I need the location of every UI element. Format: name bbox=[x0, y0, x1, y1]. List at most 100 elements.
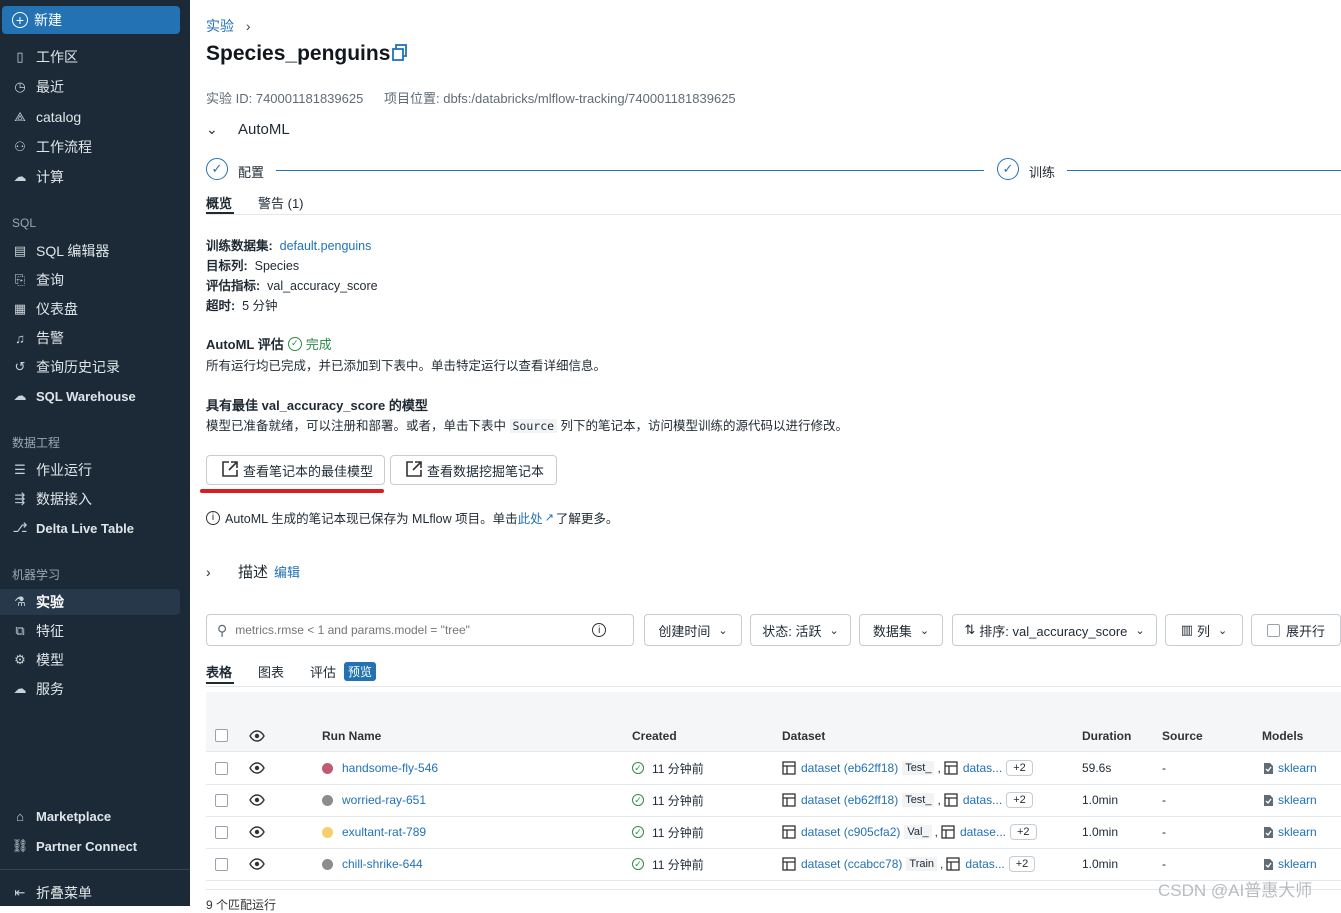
col-models[interactable]: Models bbox=[1262, 720, 1303, 751]
col-source[interactable]: Source bbox=[1162, 720, 1203, 751]
dataset-link[interactable]: default.penguins bbox=[280, 239, 372, 253]
info-text-before: AutoML 生成的笔记本现已保存为 MLflow 项目。单击 bbox=[225, 512, 518, 526]
description-edit-link[interactable]: 编辑 bbox=[274, 562, 300, 581]
more-datasets-button[interactable]: +2 bbox=[1009, 824, 1037, 840]
visibility-eye-icon[interactable] bbox=[249, 848, 265, 880]
sidebar-item-query-history[interactable]: ↺ 查询历史记录 bbox=[0, 354, 180, 380]
sidebar-item-dashboards[interactable]: ▦ 仪表盘 bbox=[0, 296, 180, 322]
table-row[interactable]: handsome-fly-546 ✓ 11 分钟前 dataset (eb62ff18… bbox=[206, 752, 1341, 785]
new-button[interactable]: + 新建 bbox=[2, 6, 180, 34]
row-checkbox[interactable] bbox=[215, 793, 228, 807]
dataset-link-2[interactable]: datas... bbox=[963, 761, 1002, 775]
info-icon[interactable]: i bbox=[592, 623, 607, 637]
sidebar-item-sql-editor[interactable]: ▤ SQL 编辑器 bbox=[0, 238, 180, 264]
dataset-link[interactable]: dataset (eb62ff18) bbox=[801, 761, 898, 775]
run-name-link[interactable]: exultant-rat-789 bbox=[342, 825, 426, 839]
columns-dropdown[interactable]: ▥ 列 ⌄ bbox=[1165, 614, 1243, 646]
sort-icon: ⇅ bbox=[964, 622, 976, 637]
more-datasets-button[interactable]: +2 bbox=[1006, 792, 1033, 808]
col-dataset[interactable]: Dataset bbox=[782, 720, 825, 751]
sort-dropdown[interactable]: ⇅ 排序: val_accuracy_score ⌄ bbox=[952, 614, 1157, 646]
table-icon bbox=[944, 761, 958, 775]
sidebar-item-compute[interactable]: ☁ 计算 bbox=[0, 164, 180, 190]
sidebar-item-partner-connect[interactable]: ⛓ Partner Connect bbox=[0, 833, 180, 859]
col-duration[interactable]: Duration bbox=[1082, 720, 1131, 751]
status-filter[interactable]: 状态: 活跃 ⌄ bbox=[750, 614, 851, 646]
sidebar-item-label: 查询 bbox=[36, 272, 64, 288]
search-icon: ⚲ bbox=[217, 621, 228, 638]
sidebar-item-experiments[interactable]: ⚗ 实验 bbox=[0, 589, 180, 615]
more-datasets-button[interactable]: +2 bbox=[1008, 856, 1036, 872]
tab-chart[interactable]: 图表 bbox=[258, 662, 284, 681]
model-link[interactable]: sklearn bbox=[1278, 793, 1317, 807]
visibility-eye-icon[interactable] bbox=[249, 784, 265, 816]
sidebar-item-delta-live-table[interactable]: ⎇ Delta Live Table bbox=[0, 515, 180, 541]
row-checkbox[interactable] bbox=[215, 761, 228, 775]
sidebar-item-alerts[interactable]: ♫ 告警 bbox=[0, 325, 180, 351]
col-run-name[interactable]: Run Name bbox=[322, 720, 381, 751]
model-link[interactable]: sklearn bbox=[1278, 857, 1317, 871]
search-input[interactable] bbox=[233, 622, 593, 638]
sidebar-item-serving[interactable]: ☁ 服务 bbox=[0, 676, 180, 702]
table-row[interactable]: worried-ray-651 ✓ 11 分钟前 dataset (eb62ff18)… bbox=[206, 784, 1341, 817]
table-row[interactable]: exultant-rat-789 ✓ 11 分钟前 dataset (c905cfa2… bbox=[206, 816, 1341, 849]
expand-rows-toggle[interactable]: 展开行 bbox=[1251, 614, 1341, 646]
sidebar-item-workspace[interactable]: ▯ 工作区 bbox=[0, 44, 180, 70]
run-name-link[interactable]: worried-ray-651 bbox=[342, 793, 426, 807]
created-time-filter[interactable]: 创建时间 ⌄ bbox=[644, 614, 742, 646]
catalog-icon: ⟁ bbox=[14, 109, 26, 124]
tab-table[interactable]: 表格 bbox=[206, 662, 232, 681]
automl-section-toggle[interactable]: ⌄ AutoML bbox=[206, 121, 290, 138]
description-toggle[interactable]: › 描述 编辑 bbox=[206, 561, 300, 582]
sidebar-item-catalog[interactable]: ⟁ catalog bbox=[0, 104, 180, 130]
sidebar: + 新建 ▯ 工作区 ◷ 最近 ⟁ catalog ⚇ 工作流程 ☁ 计算 SQ… bbox=[0, 0, 190, 906]
metric-value: val_accuracy_score bbox=[267, 279, 378, 293]
sidebar-item-recent[interactable]: ◷ 最近 bbox=[0, 74, 180, 100]
run-color-dot bbox=[322, 826, 333, 838]
run-name-link[interactable]: chill-shrike-644 bbox=[342, 857, 423, 871]
breadcrumb-experiments[interactable]: 实验 bbox=[206, 18, 234, 34]
dataset-link[interactable]: dataset (eb62ff18) bbox=[801, 793, 898, 807]
model-link[interactable]: sklearn bbox=[1278, 825, 1317, 839]
run-name-link[interactable]: handsome-fly-546 bbox=[342, 761, 438, 775]
col-created[interactable]: Created bbox=[632, 720, 677, 751]
dataset-link-2[interactable]: datas... bbox=[963, 793, 1002, 807]
dataset-link-2[interactable]: datase... bbox=[960, 825, 1006, 839]
sidebar-item-workflows[interactable]: ⚇ 工作流程 bbox=[0, 134, 180, 160]
sidebar-item-features[interactable]: ⧉ 特征 bbox=[0, 618, 180, 644]
dataset-filter[interactable]: 数据集 ⌄ bbox=[859, 614, 943, 646]
more-datasets-button[interactable]: +2 bbox=[1006, 760, 1033, 776]
search-input-container[interactable]: ⚲ i bbox=[206, 614, 634, 646]
sidebar-item-queries[interactable]: ⎘ 查询 bbox=[0, 267, 180, 293]
sidebar-item-marketplace[interactable]: ⌂ Marketplace bbox=[0, 803, 180, 829]
row-checkbox[interactable] bbox=[215, 825, 228, 839]
row-checkbox[interactable] bbox=[215, 857, 228, 871]
source-code-tag: Source bbox=[509, 419, 558, 433]
tab-warnings[interactable]: 警告 (1) bbox=[258, 193, 304, 212]
table-icon bbox=[782, 857, 796, 871]
copy-icon[interactable] bbox=[392, 44, 408, 62]
chevron-down-icon: ⌄ bbox=[206, 121, 218, 137]
dataset-link[interactable]: dataset (ccabcc78) bbox=[801, 857, 902, 871]
filter-label: 数据集 bbox=[872, 623, 912, 639]
select-all-checkbox[interactable] bbox=[215, 729, 228, 742]
tab-evaluation[interactable]: 评估 预览 bbox=[310, 662, 377, 681]
model-link[interactable]: sklearn bbox=[1278, 761, 1317, 775]
sidebar-item-sql-warehouse[interactable]: ☁ SQL Warehouse bbox=[0, 383, 180, 409]
visibility-eye-icon[interactable] bbox=[249, 720, 265, 751]
tab-overview[interactable]: 概览 bbox=[206, 193, 232, 212]
dataset-link-2[interactable]: datas... bbox=[965, 857, 1004, 871]
collapse-menu-button[interactable]: ⇤ 折叠菜单 bbox=[0, 880, 180, 906]
expand-rows-checkbox[interactable] bbox=[1266, 623, 1280, 637]
dataset-context-tag: Train bbox=[906, 857, 938, 871]
table-toolbar-band bbox=[206, 692, 1341, 720]
sidebar-item-models[interactable]: ⚙ 模型 bbox=[0, 647, 180, 673]
dataset-link[interactable]: dataset (c905cfa2) bbox=[801, 825, 900, 839]
view-data-exploration-notebook-button[interactable]: 查看数据挖掘笔记本 bbox=[390, 455, 557, 485]
view-best-model-notebook-button[interactable]: 查看笔记本的最佳模型 bbox=[206, 455, 385, 485]
sidebar-item-ingest[interactable]: ⇶ 数据接入 bbox=[0, 486, 180, 512]
sidebar-item-job-runs[interactable]: ☰ 作业运行 bbox=[0, 457, 180, 483]
learn-more-link[interactable]: 此处 bbox=[518, 508, 543, 527]
visibility-eye-icon[interactable] bbox=[249, 752, 265, 784]
visibility-eye-icon[interactable] bbox=[249, 816, 265, 848]
